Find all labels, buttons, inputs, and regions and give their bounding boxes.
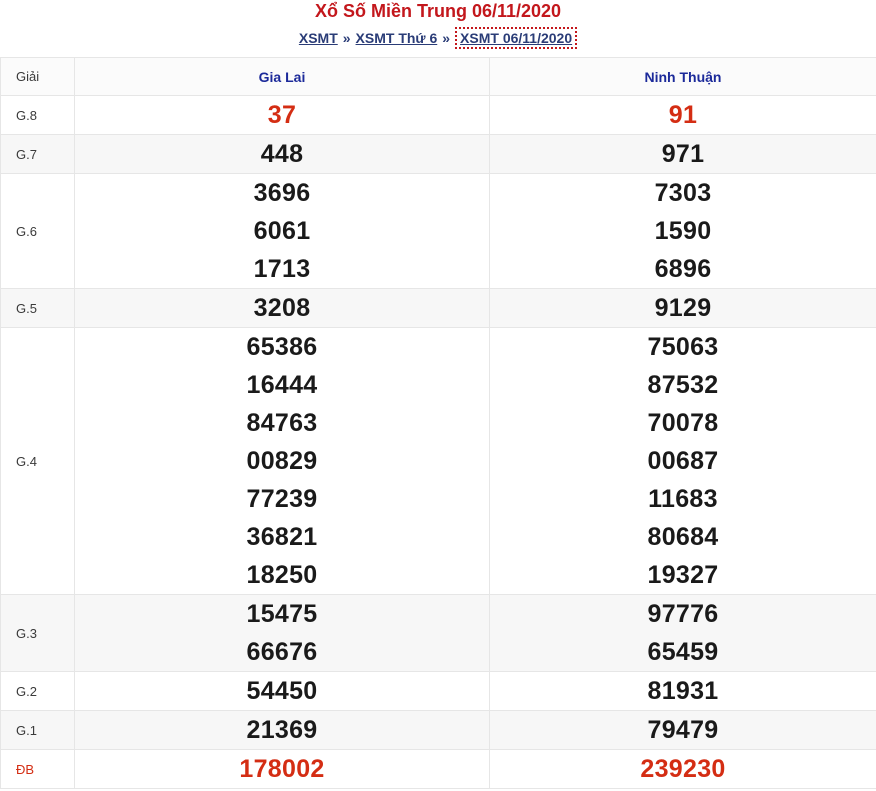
result-cell-ninh-thuan: 75063 87532 70078 00687 11683 80684 19327 xyxy=(489,327,876,595)
result-number: 16444 xyxy=(246,371,318,399)
prize-label: G.4 xyxy=(0,327,75,595)
result-number: 75063 xyxy=(647,333,719,361)
result-number: 37 xyxy=(267,101,297,129)
result-cell-gia-lai: 54450 xyxy=(74,671,490,711)
result-number: 178002 xyxy=(239,755,325,783)
table-row: G.2 54450 81931 xyxy=(0,671,876,711)
result-number: 70078 xyxy=(647,409,719,437)
prize-label: G.7 xyxy=(0,134,75,174)
result-cell-gia-lai: 15475 66676 xyxy=(74,594,490,672)
result-cell-ninh-thuan: 7303 1590 6896 xyxy=(489,173,876,289)
result-number: 18250 xyxy=(246,561,318,589)
header-province-ninh-thuan: Ninh Thuận xyxy=(489,57,876,96)
breadcrumb-link-xsmt-thu6[interactable]: XSMT Thứ 6 xyxy=(356,30,438,46)
prize-label: ĐB xyxy=(0,749,75,789)
prize-label: G.6 xyxy=(0,173,75,289)
result-cell-ninh-thuan: 79479 xyxy=(489,710,876,750)
result-number: 65386 xyxy=(246,333,318,361)
result-number: 971 xyxy=(661,140,705,168)
result-cell-ninh-thuan: 81931 xyxy=(489,671,876,711)
table-row: ĐB 178002 239230 xyxy=(0,749,876,789)
result-cell-gia-lai: 178002 xyxy=(74,749,490,789)
result-cell-ninh-thuan: 9129 xyxy=(489,288,876,328)
result-cell-ninh-thuan: 97776 65459 xyxy=(489,594,876,672)
result-number: 9129 xyxy=(654,294,712,322)
result-number: 91 xyxy=(668,101,698,129)
table-row: G.5 3208 9129 xyxy=(0,288,876,328)
result-number: 11683 xyxy=(648,485,718,513)
prize-label: G.1 xyxy=(0,710,75,750)
result-cell-gia-lai: 3208 xyxy=(74,288,490,328)
result-number: 1590 xyxy=(654,217,712,245)
table-row: G.1 21369 79479 xyxy=(0,710,876,750)
result-number: 1713 xyxy=(253,255,311,283)
result-cell-ninh-thuan: 91 xyxy=(489,95,876,135)
result-number: 66676 xyxy=(246,638,318,666)
result-number: 77239 xyxy=(246,485,318,513)
header-prize: Giải xyxy=(0,57,75,96)
breadcrumb-separator: » xyxy=(342,30,351,46)
result-cell-ninh-thuan: 239230 xyxy=(489,749,876,789)
table-row: G.6 3696 6061 1713 7303 1590 6896 xyxy=(0,173,876,289)
result-number: 84763 xyxy=(246,409,318,437)
result-cell-gia-lai: 448 xyxy=(74,134,490,174)
result-cell-gia-lai: 65386 16444 84763 00829 77239 36821 18250 xyxy=(74,327,490,595)
result-number: 15475 xyxy=(246,600,318,628)
breadcrumb: XSMT » XSMT Thứ 6 » XSMT 06/11/2020 xyxy=(0,25,876,51)
results-table: Giải Gia Lai Ninh Thuận G.8 37 91 G.7 448 971… xyxy=(0,57,876,789)
result-number: 00687 xyxy=(647,447,719,475)
page-title: Xổ Số Miền Trung 06/11/2020 xyxy=(314,1,562,21)
breadcrumb-separator: » xyxy=(442,30,451,46)
result-number: 6061 xyxy=(253,217,311,245)
prize-label: G.2 xyxy=(0,671,75,711)
prize-label: G.8 xyxy=(0,95,75,135)
result-number: 3696 xyxy=(253,179,311,207)
result-number: 19327 xyxy=(647,561,719,589)
result-number: 65459 xyxy=(647,638,719,666)
result-number: 54450 xyxy=(246,677,318,705)
results-body: G.8 37 91 G.7 448 971 G.6 3696 6061 1713 7303 1590 6… xyxy=(0,95,876,789)
header-province-gia-lai: Gia Lai xyxy=(74,57,490,96)
table-header-row: Giải Gia Lai Ninh Thuận xyxy=(0,57,876,96)
table-row: G.8 37 91 xyxy=(0,95,876,135)
result-number: 36821 xyxy=(246,523,318,551)
result-number: 7303 xyxy=(654,179,712,207)
breadcrumb-link-xsmt[interactable]: XSMT xyxy=(299,30,338,46)
result-number: 00829 xyxy=(246,447,318,475)
prize-label: G.5 xyxy=(0,288,75,328)
result-number: 97776 xyxy=(647,600,719,628)
result-number: 6896 xyxy=(654,255,712,283)
table-row: G.3 15475 66676 97776 65459 xyxy=(0,594,876,672)
breadcrumb-link-current-date[interactable]: XSMT 06/11/2020 xyxy=(455,27,578,49)
result-number: 87532 xyxy=(647,371,719,399)
result-number: 81931 xyxy=(647,677,719,705)
result-cell-gia-lai: 37 xyxy=(74,95,490,135)
result-number: 448 xyxy=(260,140,304,168)
result-cell-gia-lai: 21369 xyxy=(74,710,490,750)
result-number: 21369 xyxy=(246,716,318,744)
table-row: G.7 448 971 xyxy=(0,134,876,174)
result-number: 80684 xyxy=(647,523,719,551)
result-number: 3208 xyxy=(253,294,311,322)
prize-label: G.3 xyxy=(0,594,75,672)
result-cell-ninh-thuan: 971 xyxy=(489,134,876,174)
result-number: 79479 xyxy=(647,716,719,744)
result-number: 239230 xyxy=(640,755,726,783)
result-cell-gia-lai: 3696 6061 1713 xyxy=(74,173,490,289)
table-row: G.4 65386 16444 84763 00829 77239 36821 18250 75… xyxy=(0,327,876,595)
